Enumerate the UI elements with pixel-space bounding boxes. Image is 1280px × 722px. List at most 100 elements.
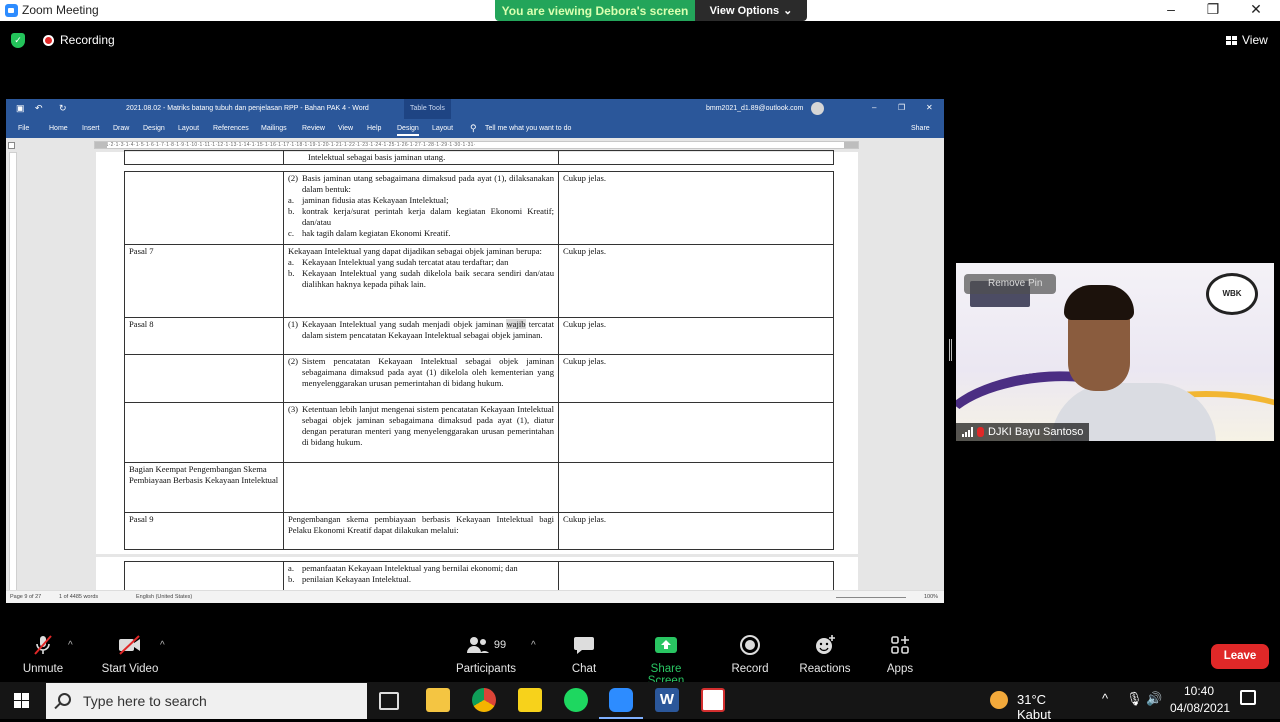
- item-marker: a.: [288, 563, 302, 574]
- taskbar-search-box[interactable]: Type here to search: [46, 683, 367, 719]
- participants-icon: 99: [453, 634, 519, 656]
- speaker-icon[interactable]: 🔊: [1146, 691, 1162, 707]
- restore-icon: ❐: [898, 103, 905, 112]
- meeting-toolbar: Unmute ^ Start Video ^ 99 Participants ^…: [0, 630, 1280, 682]
- ribbon-tab: Layout: [432, 125, 453, 132]
- notification-icon[interactable]: [1240, 690, 1256, 705]
- minimize-button[interactable]: –: [1161, 1, 1181, 17]
- table-row: (2)Sistem pencatatan Kekayaan Intelektua…: [125, 355, 834, 403]
- table-row: Bagian Keempat Pengembangan Skema Pembia…: [125, 463, 834, 513]
- file-explorer-icon[interactable]: [426, 688, 450, 712]
- microphone-icon[interactable]: 🎙: [1126, 691, 1143, 707]
- share-screen-button[interactable]: Share Screen: [631, 634, 701, 687]
- item-text: kontrak kerja/surat perintah kerja dalam…: [302, 206, 554, 228]
- close-button[interactable]: ✕: [1246, 1, 1266, 18]
- table-row: (3)Ketentuan lebih lanjut mengenai siste…: [125, 403, 834, 463]
- chevron-up-icon[interactable]: ^: [1102, 691, 1108, 706]
- clause-text: Ketentuan lebih lanjut mengenai sistem p…: [302, 404, 554, 448]
- zoom-app-icon[interactable]: [609, 688, 633, 712]
- shield-icon[interactable]: ✓: [11, 33, 25, 48]
- clock-time[interactable]: 10:40: [1184, 684, 1214, 698]
- participants-button[interactable]: 99 Participants: [453, 634, 519, 675]
- table-cell: Cukup jelas.: [559, 318, 834, 355]
- table-cell: Pasal 7: [125, 245, 284, 318]
- view-options-label: View Options: [710, 5, 779, 17]
- ruler-marks: ·1·|·1·2·1·3·1·4·1·5·1·6·1·7·1·8·1·9·1·1…: [95, 142, 476, 148]
- clause-text: Basis jaminan utang sebagaimana dimaksud…: [302, 173, 554, 195]
- word-app-icon[interactable]: W: [655, 688, 679, 712]
- ribbon-tab-active: Design: [397, 125, 419, 136]
- share-label: Share: [911, 125, 930, 132]
- view-button[interactable]: View: [1226, 33, 1268, 47]
- spotify-icon[interactable]: [564, 688, 588, 712]
- clause-text: Kekayaan Intelektual yang dapat dijadika…: [288, 246, 554, 257]
- chrome-icon[interactable]: [472, 688, 496, 712]
- item-marker: b.: [288, 206, 302, 228]
- reactions-label: Reactions: [799, 663, 850, 675]
- table-row: Pasal 8 (1)Kekayaan Intelektual yang sud…: [125, 318, 834, 355]
- participants-label: Participants: [456, 663, 516, 675]
- weather-icon[interactable]: [990, 691, 1008, 709]
- chat-button[interactable]: Chat: [566, 634, 602, 675]
- reactions-button[interactable]: Reactions: [799, 634, 851, 675]
- table-cell: Cukup jelas.: [559, 513, 834, 550]
- unmute-button[interactable]: Unmute: [18, 634, 68, 675]
- table-cell: [559, 463, 834, 513]
- document-table: (2)Basis jaminan utang sebagaimana dimak…: [124, 171, 834, 550]
- item-text: pemanfaatan Kekayaan Intelektual yang be…: [302, 563, 554, 574]
- item-marker: b.: [288, 574, 302, 585]
- weather-text[interactable]: 31°C Kabut: [1017, 692, 1051, 722]
- participant-name: DJKI Bayu Santoso: [988, 423, 1083, 441]
- share-screen-icon: [631, 634, 701, 656]
- ribbon-tab: View: [338, 125, 353, 132]
- view-options-button[interactable]: View Options ⌄: [695, 0, 807, 21]
- pdf-app-icon[interactable]: [701, 688, 725, 712]
- window-title: Zoom Meeting: [22, 3, 99, 17]
- participant-video[interactable]: WBK Remove Pin DJKI Bayu Santoso: [956, 263, 1274, 441]
- ribbon-tab: Layout: [178, 125, 199, 132]
- zoom-icon: [5, 4, 18, 17]
- sticky-notes-icon[interactable]: [518, 688, 542, 712]
- apps-icon: [884, 634, 916, 656]
- viewing-label: You are viewing Debora's screen: [495, 0, 695, 21]
- participants-count: 99: [494, 639, 506, 651]
- apps-button[interactable]: Apps: [884, 634, 916, 675]
- record-button[interactable]: Record: [730, 634, 770, 675]
- table-cell: [559, 403, 834, 463]
- ribbon-tab: Review: [302, 125, 325, 132]
- screen-share-banner: You are viewing Debora's screen View Opt…: [495, 0, 807, 21]
- table-cell: [284, 463, 559, 513]
- remove-pin-button[interactable]: Remove Pin: [964, 274, 1056, 294]
- video-options-caret[interactable]: ^: [160, 640, 165, 651]
- panel-divider-handle[interactable]: [949, 339, 952, 361]
- table-tools-label: Table Tools: [404, 99, 451, 119]
- wbk-logo: WBK: [1206, 273, 1258, 315]
- table-cell: (2)Sistem pencatatan Kekayaan Intelektua…: [284, 355, 559, 403]
- ribbon-tab: Insert: [82, 125, 100, 132]
- task-view-icon[interactable]: [379, 692, 399, 710]
- table-cell: Cukup jelas.: [559, 172, 834, 245]
- word-status-bar: Page 9 of 27 1 of 4485 words English (Un…: [6, 590, 944, 603]
- table-cell: Kekayaan Intelektual yang dapat dijadika…: [284, 245, 559, 318]
- record-icon: [43, 35, 54, 46]
- wbk-logo-text: WBK: [1222, 289, 1241, 298]
- recording-status[interactable]: Recording: [60, 33, 115, 47]
- participants-caret[interactable]: ^: [531, 640, 536, 651]
- apps-label: Apps: [887, 663, 913, 675]
- document-page: Intelektual sebagai basis jaminan utang.…: [96, 152, 858, 554]
- windows-icon[interactable]: [14, 693, 29, 708]
- maximize-button[interactable]: ❐: [1203, 1, 1223, 18]
- start-video-button[interactable]: Start Video: [99, 634, 161, 675]
- table-cell: [125, 355, 284, 403]
- leave-button[interactable]: Leave: [1211, 644, 1269, 669]
- audio-options-caret[interactable]: ^: [68, 640, 73, 651]
- clock-date[interactable]: 04/08/2021: [1170, 701, 1230, 715]
- clause-text: Sistem pencatatan Kekayaan Intelektual s…: [302, 356, 554, 389]
- ribbon-tab: Mailings: [261, 125, 287, 132]
- language: English (United States): [136, 594, 192, 600]
- unmute-label: Unmute: [23, 663, 63, 675]
- clause-number: (1): [288, 319, 302, 341]
- camera-muted-icon: [99, 634, 161, 656]
- clause-text: Kekayaan Intelektual yang sudah menjadi …: [302, 319, 503, 329]
- clause-number: (2): [288, 173, 302, 195]
